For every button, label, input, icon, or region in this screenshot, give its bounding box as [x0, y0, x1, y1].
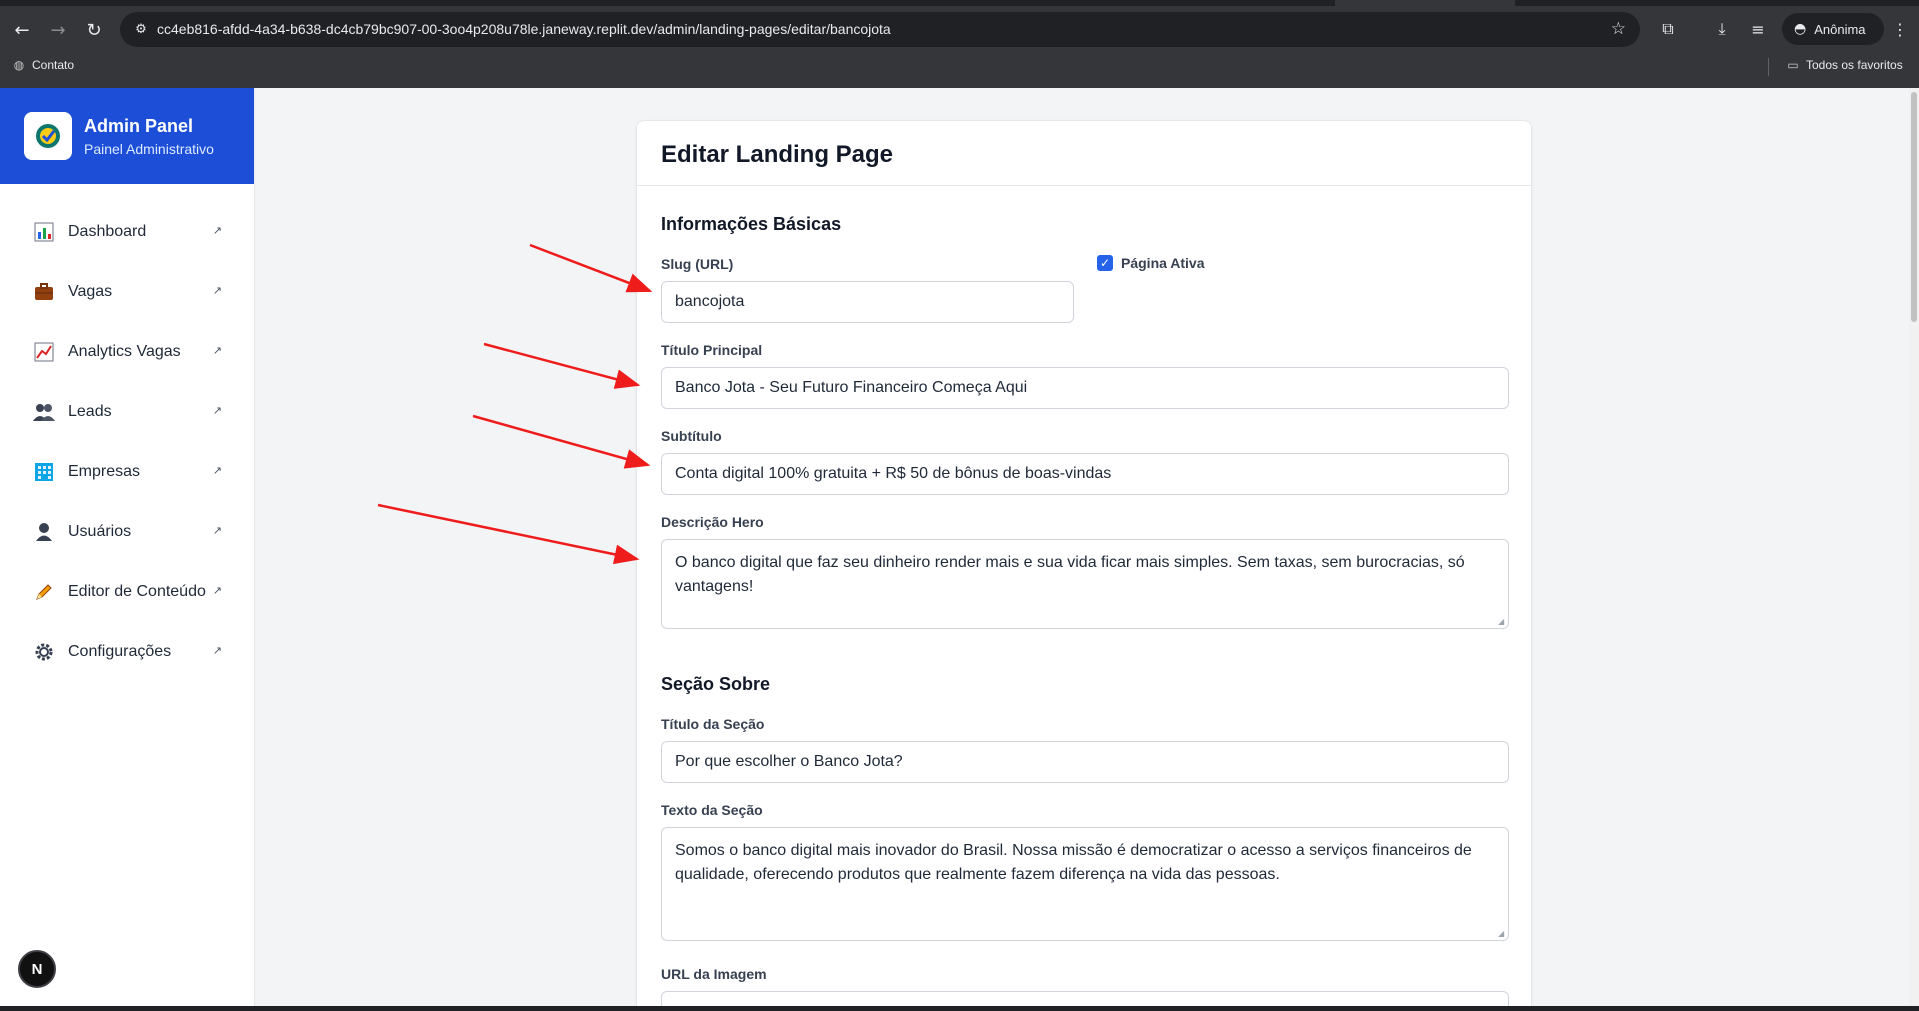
hero-description-text: O banco digital que faz seu dinheiro ren… — [675, 554, 1465, 595]
tab-strip-right — [1515, 0, 1919, 6]
download-icon[interactable]: ⤓ — [1710, 17, 1734, 41]
annotation-arrow-hero — [377, 503, 640, 565]
sidebar-item-leads[interactable]: Leads ↗ — [0, 382, 254, 442]
sidebar-item-label: Leads — [68, 403, 112, 420]
gear-icon — [32, 640, 56, 664]
slug-label: Slug (URL) — [661, 256, 734, 272]
sidebar-item-label: Vagas — [68, 283, 113, 300]
window-bottom-edge — [0, 1006, 1919, 1011]
section-title-about: Seção Sobre — [661, 674, 771, 694]
sidebar-menu: Dashboard ↗ Vagas ↗ Analytics Vagas ↗ Le… — [0, 184, 254, 682]
sidebar-item-empresas[interactable]: Empresas ↗ — [0, 442, 254, 502]
annotation-arrow-slug — [529, 243, 653, 293]
active-checkbox-row[interactable]: ✓ Página Ativa — [1097, 255, 1205, 271]
annotation-arrow-title — [483, 342, 641, 389]
external-arrow-icon: ↗ — [212, 344, 222, 357]
section-text-value: Somos o banco digital mais inovador do B… — [675, 842, 1472, 883]
bar-chart-icon — [32, 220, 56, 244]
sidebar-item-label: Usuários — [68, 523, 132, 540]
sidebar: Admin Panel Painel Administrativo Dashbo… — [0, 88, 255, 1011]
title-label: Título Principal — [661, 342, 763, 358]
site-info-icon[interactable]: ⚙ — [132, 20, 150, 38]
external-arrow-icon: ↗ — [212, 224, 222, 237]
line-chart-icon — [32, 340, 56, 364]
section-text-label: Texto da Seção — [661, 802, 763, 818]
sidebar-item-dashboard[interactable]: Dashboard ↗ — [0, 202, 254, 262]
address-bar[interactable]: ⚙ cc4eb816-afdd-4a34-b638-dc4cb79bc907-0… — [120, 12, 1640, 47]
hero-description-label: Descrição Hero — [661, 514, 764, 530]
back-icon[interactable]: ← — [8, 16, 36, 44]
bookmark-label: Contato — [32, 58, 75, 72]
section-title-basic: Informações Básicas — [661, 214, 842, 234]
user-icon — [32, 520, 56, 544]
resize-handle-icon[interactable]: ◢ — [1498, 930, 1506, 938]
reload-icon[interactable]: ↻ — [80, 16, 108, 44]
image-url-label: URL da Imagem — [661, 966, 767, 982]
extensions-icon[interactable]: ⧉ — [1656, 17, 1680, 41]
active-checkbox[interactable]: ✓ — [1097, 255, 1113, 271]
external-arrow-icon: ↗ — [212, 404, 222, 417]
users-icon — [32, 400, 56, 424]
external-arrow-icon: ↗ — [212, 584, 222, 597]
sidebar-item-vagas[interactable]: Vagas ↗ — [0, 262, 254, 322]
brand-title: Admin Panel — [84, 115, 194, 136]
active-checkbox-label: Página Ativa — [1121, 255, 1205, 271]
edit-landing-page-card: Editar Landing Page Informações Básicas … — [636, 120, 1532, 1011]
section-text-textarea[interactable]: Somos o banco digital mais inovador do B… — [661, 827, 1509, 941]
subtitle-label: Subtítulo — [661, 428, 722, 444]
sidebar-item-label: Editor de Conteúdo — [68, 583, 206, 600]
sidebar-item-label: Dashboard — [68, 223, 147, 240]
subtitle-input[interactable]: Conta digital 100% gratuita + R$ 50 de b… — [661, 453, 1509, 495]
building-icon — [32, 460, 56, 484]
sidebar-brand: Admin Panel Painel Administrativo — [0, 88, 254, 184]
annotation-arrow-subtitle — [472, 414, 651, 469]
bookmark-contato[interactable]: ◍ Contato — [12, 58, 74, 72]
incognito-profile-button[interactable]: ◓ Anônima — [1782, 13, 1884, 45]
page-title: Editar Landing Page — [661, 141, 894, 168]
bookmark-all-favorites[interactable]: ▭ Todos os favoritos — [1786, 58, 1903, 72]
briefcase-icon — [32, 280, 56, 304]
bookmark-label: Todos os favoritos — [1806, 58, 1903, 72]
browser-chrome: ← → ↻ ⚙ cc4eb816-afdd-4a34-b638-dc4cb79b… — [0, 0, 1919, 88]
sidebar-item-label: Configurações — [68, 643, 172, 660]
sidebar-item-label: Empresas — [68, 463, 141, 480]
slug-input[interactable]: bancojota — [661, 281, 1074, 323]
resize-handle-icon[interactable]: ◢ — [1498, 618, 1506, 626]
external-arrow-icon: ↗ — [212, 284, 222, 297]
pencil-icon — [32, 580, 56, 604]
browser-menu-icon[interactable]: ⋮ — [1888, 17, 1912, 41]
external-arrow-icon: ↗ — [212, 464, 222, 477]
url-text[interactable]: cc4eb816-afdd-4a34-b638-dc4cb79bc907-00-… — [157, 21, 891, 37]
hero-description-textarea[interactable]: O banco digital que faz seu dinheiro ren… — [661, 539, 1509, 629]
profile-label: Anônima — [1814, 21, 1866, 37]
card-header: Editar Landing Page — [637, 121, 1531, 186]
brand-subtitle: Painel Administrativo — [84, 140, 214, 157]
folder-icon: ▭ — [1787, 58, 1799, 72]
bookmark-separator — [1768, 58, 1769, 76]
reading-list-icon[interactable]: ≡ — [1746, 17, 1770, 41]
section-title-field-label: Título da Seção — [661, 716, 765, 732]
brand-logo-icon — [24, 112, 72, 160]
sidebar-item-analytics-vagas[interactable]: Analytics Vagas ↗ — [0, 322, 254, 382]
external-arrow-icon: ↗ — [212, 644, 222, 657]
sidebar-item-usuarios[interactable]: Usuários ↗ — [0, 502, 254, 562]
sidebar-item-editor-de-conteudo[interactable]: Editor de Conteúdo ↗ — [0, 562, 254, 622]
dev-tools-badge[interactable]: N — [18, 950, 56, 988]
external-arrow-icon: ↗ — [212, 524, 222, 537]
sidebar-item-configuracoes[interactable]: Configurações ↗ — [0, 622, 254, 682]
sidebar-item-label: Analytics Vagas — [68, 343, 181, 360]
incognito-icon: ◓ — [1794, 21, 1807, 37]
section-title-input[interactable]: Por que escolher o Banco Jota? — [661, 741, 1509, 783]
forward-icon[interactable]: → — [44, 16, 72, 44]
globe-icon: ◍ — [13, 58, 25, 72]
title-input[interactable]: Banco Jota - Seu Futuro Financeiro Começ… — [661, 367, 1509, 409]
bookmark-star-icon[interactable]: ☆ — [1611, 19, 1626, 39]
page-scrollbar-thumb[interactable] — [1911, 92, 1917, 322]
tab-strip — [0, 0, 1335, 6]
